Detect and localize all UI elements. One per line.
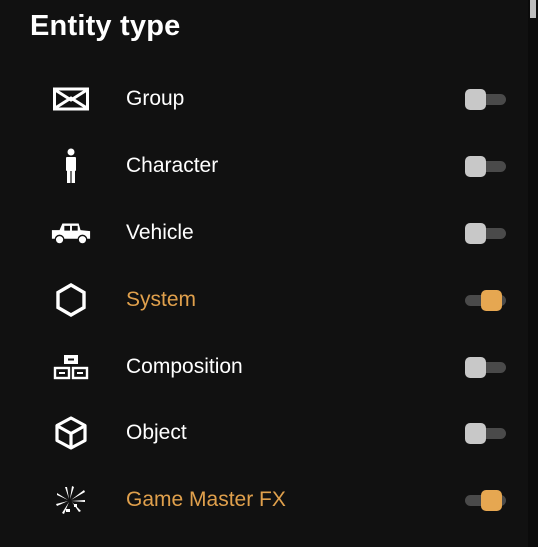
object-toggle[interactable] — [463, 421, 507, 445]
entity-type-list: Group Character Vehicle System Compositi… — [0, 66, 528, 534]
toggle-knob — [481, 490, 502, 512]
entity-row-system[interactable]: System — [0, 266, 528, 333]
entity-label-object: Object — [126, 421, 187, 445]
entity-type-panel: Entity type Group Character Vehicle Syst… — [0, 0, 528, 547]
system-toggle[interactable] — [463, 288, 507, 312]
entity-label-group: Group — [126, 87, 185, 111]
character-toggle[interactable] — [463, 154, 507, 178]
entity-label-game-master-fx: Game Master FX — [126, 488, 286, 512]
panel-title: Entity type — [30, 10, 181, 42]
envelope-icon — [50, 78, 92, 120]
toggle-knob — [465, 423, 486, 445]
group-toggle[interactable] — [463, 87, 507, 111]
entity-row-game-master-fx[interactable]: Game Master FX — [0, 467, 528, 534]
jeep-icon — [50, 212, 92, 254]
hexagon-icon — [50, 279, 92, 321]
vehicle-toggle[interactable] — [463, 221, 507, 245]
entity-row-composition[interactable]: Composition — [0, 333, 528, 400]
person-icon — [50, 145, 92, 187]
composition-toggle[interactable] — [463, 355, 507, 379]
entity-row-object[interactable]: Object — [0, 400, 528, 467]
toggle-knob — [481, 289, 502, 311]
entity-label-character: Character — [126, 154, 219, 178]
cube-icon — [50, 412, 92, 454]
stacked-boxes-icon — [50, 346, 92, 388]
entity-label-system: System — [126, 287, 197, 311]
entity-row-group[interactable]: Group — [0, 66, 528, 133]
scrollbar[interactable] — [528, 0, 538, 547]
game-master-fx-toggle[interactable] — [463, 488, 507, 512]
toggle-knob — [465, 89, 486, 111]
entity-label-vehicle: Vehicle — [126, 220, 194, 244]
scrollbar-thumb[interactable] — [530, 0, 536, 18]
entity-row-vehicle[interactable]: Vehicle — [0, 200, 528, 267]
toggle-knob — [465, 222, 486, 244]
explosion-icon — [50, 479, 92, 521]
toggle-knob — [465, 356, 486, 378]
entity-label-composition: Composition — [126, 354, 243, 378]
entity-row-character[interactable]: Character — [0, 133, 528, 200]
toggle-knob — [465, 156, 486, 178]
